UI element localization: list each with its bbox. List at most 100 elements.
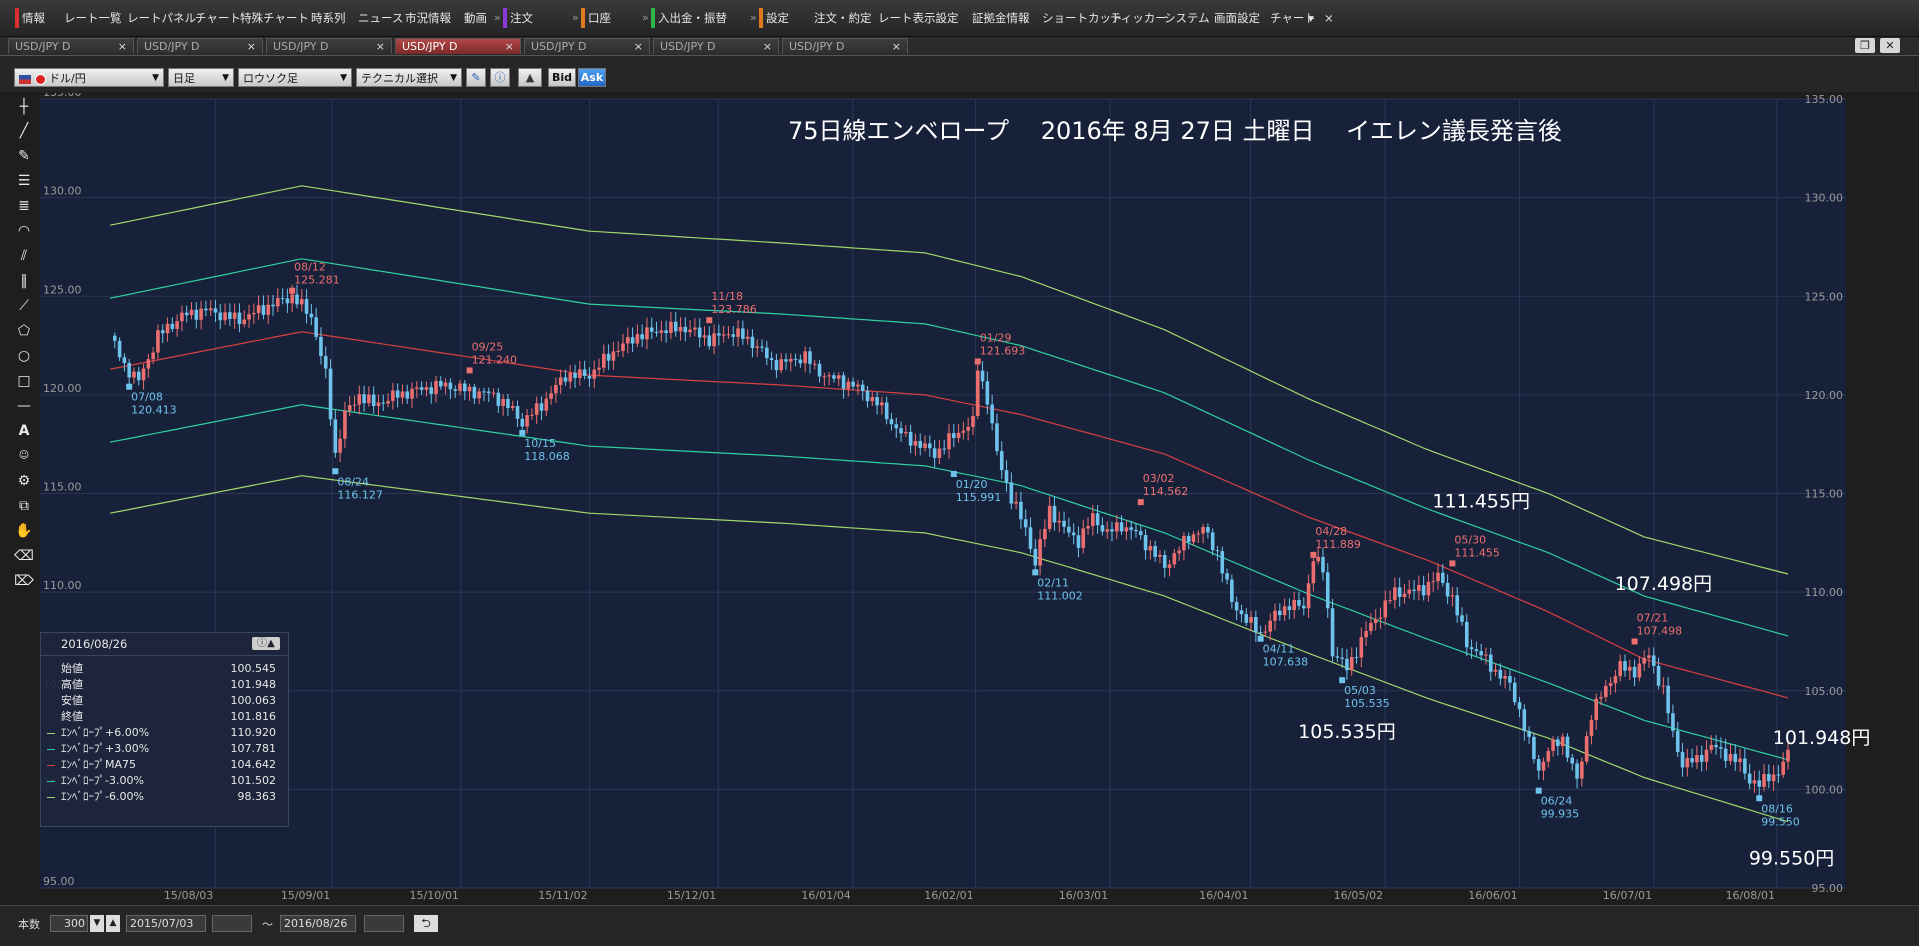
chart-tab[interactable]: USD/JPY D × (782, 38, 908, 54)
candle-body (774, 360, 779, 371)
chart-tab[interactable]: USD/JPY D × (8, 38, 134, 54)
candle-body (798, 359, 803, 364)
info-collapse-icon[interactable]: ⓘ▲ (252, 637, 280, 650)
annotation-price: 121.693 (980, 344, 1025, 357)
to-time-input[interactable] (364, 915, 404, 932)
chart-tab[interactable]: USD/JPY D × (653, 38, 779, 54)
info-row-value: 100.545 (230, 662, 277, 675)
refresh-icon[interactable]: ⮌ (414, 915, 438, 932)
chevron-down-icon: ▼ (222, 73, 229, 83)
info-panel-row: ｴﾝﾍﾞﾛｰﾌﾟ+6.00% 110.920 (41, 725, 288, 741)
candle-body (659, 330, 664, 333)
chart-tab[interactable]: USD/JPY D × (266, 38, 392, 54)
candle-body (1186, 535, 1191, 542)
menu-item[interactable]: 注文 (510, 9, 533, 27)
mountain-chart-icon[interactable]: ▲ (518, 68, 542, 87)
annotation-date: 03/02 (1143, 472, 1175, 485)
currency-pair-select[interactable]: ドル/円 ▼ (14, 68, 164, 87)
menu-item[interactable]: 画面設定 (1214, 9, 1260, 27)
candle-body (1728, 753, 1733, 761)
chart-type-select[interactable]: ロウソク足 ▼ (238, 68, 352, 87)
big-price-label: 111.455円 (1432, 490, 1530, 512)
info-row-value: 101.816 (230, 710, 277, 723)
candle-body (434, 380, 438, 394)
annotation-date: 11/18 (711, 290, 743, 303)
candle-body (1191, 534, 1196, 542)
chart-tab[interactable]: USD/JPY D × (137, 38, 263, 54)
candle-body (832, 375, 836, 379)
y-tick-label-right: 135.00 (1805, 93, 1844, 106)
x-tick-label: 15/11/02 (538, 889, 587, 902)
extreme-marker (1310, 551, 1317, 558)
candle-body (1503, 676, 1507, 679)
candle-body (1651, 655, 1656, 666)
menu-item[interactable]: 注文・約定 (814, 9, 872, 27)
candle-body (1071, 532, 1076, 536)
candle-body (611, 351, 616, 361)
candle-body (625, 337, 630, 344)
menu-item[interactable]: ティッカー (1110, 9, 1167, 27)
menu-item[interactable]: ニュース (358, 9, 403, 27)
candle-body (333, 419, 338, 453)
candle-body (846, 381, 851, 389)
candle-body (1699, 755, 1704, 762)
close-tab-icon[interactable]: × (376, 39, 385, 55)
technical-select[interactable]: テクニカル選択 ▼ (356, 68, 462, 87)
bid-button[interactable]: Bid (548, 68, 576, 87)
candle-body (1647, 655, 1651, 658)
from-time-input[interactable] (212, 915, 252, 932)
annotation-price: 111.002 (1037, 589, 1083, 602)
menu-item[interactable]: 情報 (22, 9, 45, 27)
annotation-price: 121.240 (472, 353, 517, 366)
menu-item[interactable]: レート一覧 (64, 9, 122, 27)
menu-item[interactable]: 設定 (766, 9, 789, 27)
to-date-input[interactable]: 2016/08/26 (280, 915, 356, 932)
menu-item[interactable]: 特殊チャート (240, 9, 309, 27)
from-date-input[interactable]: 2015/07/03 (126, 915, 206, 932)
count-down-icon[interactable]: ▼ (90, 915, 104, 932)
info-row-value: 101.948 (230, 678, 277, 691)
annotation-price: 107.498 (1637, 624, 1683, 637)
period-select[interactable]: 日足 ▼ (168, 68, 234, 87)
extreme-marker (289, 287, 296, 294)
restore-window-icon[interactable]: ❐ (1855, 38, 1875, 53)
count-up-icon[interactable]: ▲ (106, 915, 120, 932)
annotation-price: 123.786 (711, 303, 757, 316)
line-color-swatch (47, 781, 55, 782)
candle-body (731, 334, 736, 337)
pen-icon[interactable]: ✎ (466, 68, 486, 87)
close-window-icon[interactable]: ✕ (1880, 38, 1900, 53)
close-tab-icon[interactable]: × (118, 39, 127, 55)
count-input[interactable]: 300 (50, 915, 88, 932)
menu-item[interactable]: 口座 (588, 9, 611, 27)
chevron-down-icon: ▼ (340, 73, 347, 83)
candle-body (530, 414, 534, 416)
menu-close-icon[interactable]: × (1324, 9, 1334, 27)
menu-item[interactable]: システム (1164, 9, 1210, 27)
menu-separator-icon: » (572, 11, 579, 24)
close-tab-icon[interactable]: × (763, 39, 772, 55)
menu-item[interactable]: 動画 (464, 9, 487, 27)
menu-item[interactable]: 時系列 (311, 9, 346, 27)
ask-button[interactable]: Ask (578, 68, 606, 87)
menu-item[interactable]: 証拠金情報 (972, 9, 1030, 27)
candle-body (932, 448, 937, 458)
close-tab-icon[interactable]: × (634, 39, 643, 55)
candle-body (534, 403, 539, 415)
x-tick-label: 16/07/01 (1603, 889, 1652, 902)
close-tab-icon[interactable]: × (505, 39, 514, 55)
candle-body (1488, 654, 1493, 672)
menu-item[interactable]: チャート (195, 9, 241, 27)
menu-item[interactable]: 市況情報 (405, 9, 451, 27)
chart-tab[interactable]: USD/JPY D × (524, 38, 650, 54)
menu-item[interactable]: 入出金・振替 (658, 9, 727, 27)
chart-tab-label: USD/JPY D (144, 40, 200, 53)
menu-item[interactable]: レート表示設定 (878, 9, 959, 27)
chart-tab[interactable]: USD/JPY D × (395, 38, 521, 54)
info-icon[interactable]: ⓘ (490, 68, 510, 87)
candle-body (1047, 505, 1052, 529)
close-tab-icon[interactable]: × (892, 39, 901, 55)
menu-item[interactable]: レートパネル (127, 9, 196, 27)
close-tab-icon[interactable]: × (247, 39, 256, 55)
menu-more-icon[interactable]: ▾ (1308, 9, 1314, 27)
